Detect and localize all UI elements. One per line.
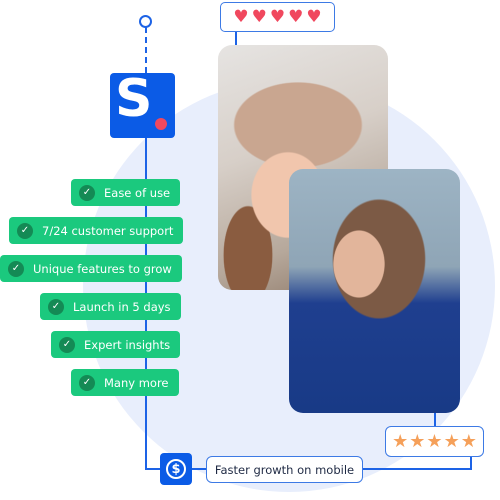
- check-icon: ✓: [17, 222, 33, 239]
- photo-smiling-woman: [289, 169, 460, 413]
- connector-start-dot: [139, 15, 152, 28]
- star-icon: ★: [460, 430, 477, 452]
- logo-dot: [155, 118, 167, 130]
- brand-logo: S: [110, 69, 175, 138]
- heart-icon: ♥: [251, 6, 267, 27]
- star-icon: ★: [426, 430, 443, 452]
- feature-badge: ✓ Many more: [71, 369, 179, 396]
- logo-letter: S: [115, 69, 153, 129]
- feature-label: 7/24 customer support: [42, 223, 174, 238]
- check-icon: ✓: [79, 374, 95, 391]
- check-icon: ✓: [59, 336, 75, 353]
- heart-icon: ♥: [288, 6, 304, 27]
- check-icon: ✓: [8, 260, 24, 277]
- connector-stars-down: [470, 456, 472, 470]
- feature-label: Launch in 5 days: [73, 299, 171, 314]
- dollar-icon: $: [166, 459, 186, 479]
- growth-label-box: Faster growth on mobile: [206, 456, 363, 483]
- dollar-badge: $: [160, 453, 192, 485]
- feature-label: Unique features to grow: [33, 261, 172, 276]
- feature-label: Many more: [104, 375, 169, 390]
- connector-to-dollar: [145, 468, 161, 470]
- heart-icon: ♥: [269, 6, 286, 27]
- feature-badge: ✓ Expert insights: [51, 331, 181, 358]
- heart-icon: ♥: [233, 6, 249, 27]
- connector-to-growth: [192, 468, 206, 470]
- growth-label: Faster growth on mobile: [214, 462, 355, 477]
- check-icon: ✓: [48, 298, 64, 315]
- feature-badge: ✓ Ease of use: [71, 179, 181, 206]
- connector-to-stars: [363, 468, 471, 470]
- heart-icon: ♥: [306, 6, 322, 27]
- feature-badge: ✓ 7/24 customer support: [9, 217, 184, 244]
- stars-rating: ★ ★ ★ ★ ★: [385, 426, 484, 457]
- feature-badge: ✓ Unique features to grow: [0, 255, 182, 282]
- connector-hearts-photo: [235, 32, 237, 45]
- star-icon: ★: [392, 430, 409, 452]
- feature-label: Expert insights: [84, 337, 171, 352]
- hearts-rating: ♥ ♥ ♥ ♥ ♥: [220, 2, 335, 32]
- feature-label: Ease of use: [104, 185, 171, 200]
- star-icon: ★: [443, 430, 460, 452]
- connector-photo-stars: [434, 413, 436, 426]
- dashed-connector: [145, 27, 147, 75]
- star-icon: ★: [409, 430, 426, 452]
- feature-badge: ✓ Launch in 5 days: [40, 293, 181, 320]
- check-icon: ✓: [79, 184, 95, 201]
